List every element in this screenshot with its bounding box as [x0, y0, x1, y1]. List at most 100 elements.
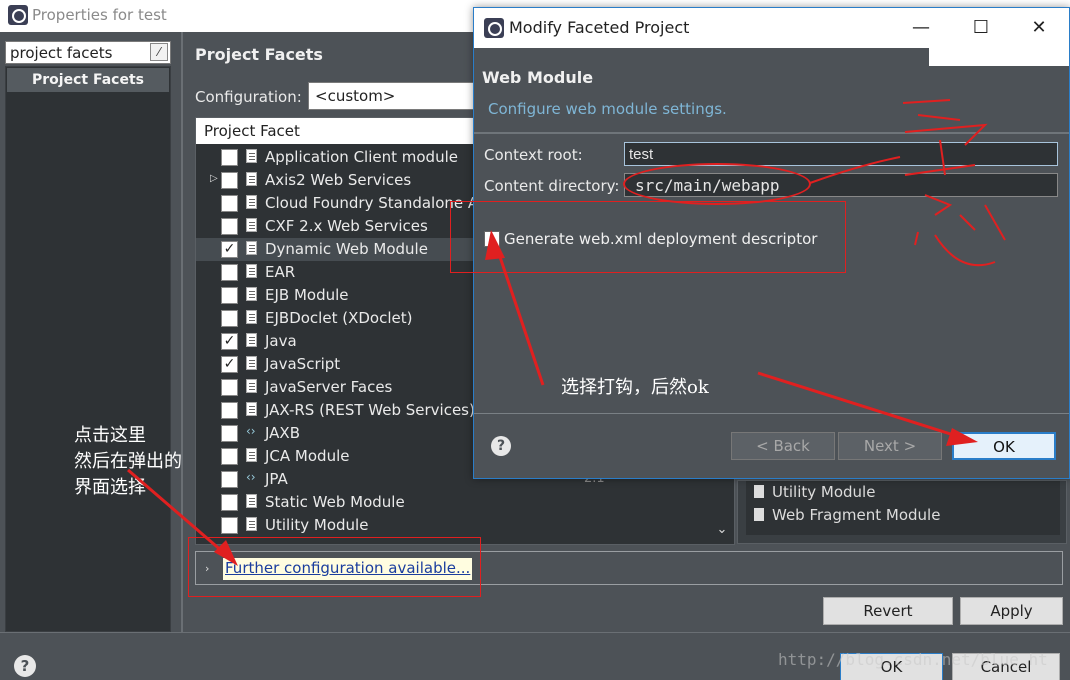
dialog-header-subtitle: Configure web module settings. [488, 100, 727, 118]
context-root-input[interactable] [624, 142, 1058, 166]
dialog-header-title: Web Module [482, 68, 594, 87]
header-banner [929, 48, 1069, 66]
page-icon [246, 310, 257, 324]
facet-checkbox[interactable]: ✓ [221, 241, 238, 258]
eclipse-icon [8, 5, 28, 25]
facet-label: Dynamic Web Module [265, 240, 428, 258]
page-icon [246, 448, 257, 462]
dialog-ok-button[interactable]: OK [952, 432, 1056, 460]
configuration-select[interactable]: <custom> [308, 82, 478, 110]
context-root-label: Context root: [484, 146, 583, 164]
page-icon [246, 264, 257, 278]
facet-checkbox[interactable] [221, 287, 238, 304]
annotation-line: 然后在弹出的 [74, 451, 182, 472]
facet-label: JavaServer Faces [265, 378, 393, 396]
facet-checkbox[interactable] [221, 448, 238, 465]
facet-checkbox[interactable] [221, 310, 238, 327]
page-icon [246, 402, 257, 416]
page-icon [754, 508, 764, 521]
dialog-title: Modify Faceted Project [509, 18, 690, 37]
list-item-label: Web Fragment Module [772, 506, 941, 524]
page-icon [246, 172, 257, 186]
facet-label: Axis2 Web Services [265, 171, 412, 189]
dialog-title-bar: Modify Faceted Project — ☐ ✕ [474, 8, 1069, 48]
expand-icon[interactable]: ▷ [210, 173, 218, 184]
facet-checkbox[interactable] [221, 172, 238, 189]
facet-checkbox[interactable]: ✓ [221, 333, 238, 350]
facet-label: Utility Module [265, 516, 369, 534]
list-item-label: Utility Module [772, 483, 876, 501]
filter-input[interactable] [5, 41, 171, 64]
facet-checkbox[interactable] [221, 195, 238, 212]
facet-label: EJBDoclet (XDoclet) [265, 309, 413, 327]
clear-filter-icon[interactable]: ⁄ [150, 43, 168, 61]
page-icon [246, 218, 257, 232]
facet-checkbox[interactable] [221, 517, 238, 534]
annotation-ellipse-content-dir [623, 163, 811, 205]
page-icon [246, 287, 257, 301]
apply-button[interactable]: Apply [960, 597, 1063, 625]
facet-checkbox[interactable] [221, 425, 238, 442]
page-title: Project Facets [195, 45, 323, 64]
horizontal-divider [0, 632, 1070, 633]
facet-checkbox[interactable] [221, 471, 238, 488]
page-icon [246, 149, 257, 163]
eclipse-icon [484, 18, 504, 38]
facet-row[interactable]: Utility Module [196, 514, 734, 537]
annotation-line: 界面选择 [74, 477, 146, 498]
facet-checkbox[interactable] [221, 264, 238, 281]
facet-checkbox[interactable]: ✓ [221, 356, 238, 373]
list-item: Web Fragment Module [754, 506, 940, 524]
back-button[interactable]: < Back [731, 432, 835, 460]
content-directory-label: Content directory: [484, 177, 620, 195]
facet-checkbox[interactable] [221, 379, 238, 396]
facet-details-panel: Utility Module Web Fragment Module [737, 480, 1067, 544]
page-icon [246, 517, 257, 531]
annotation-line: 点击这里 [74, 425, 146, 446]
nav-item-project-facets[interactable]: Project Facets [7, 68, 169, 92]
annotation-box-generate [450, 201, 846, 273]
facet-label: JCA Module [265, 447, 350, 465]
facet-label: Java [265, 332, 297, 350]
annotation-mid-note: 选择打钩，后然ok [561, 377, 709, 398]
facet-label: JAXB [265, 424, 300, 442]
facet-checkbox[interactable] [221, 402, 238, 419]
page-icon [754, 485, 764, 498]
configuration-label: Configuration: [195, 88, 302, 106]
minimize-icon[interactable]: — [906, 14, 936, 42]
header-separator [474, 132, 1069, 134]
page-icon [246, 333, 257, 347]
revert-button[interactable]: Revert [823, 597, 953, 625]
watermark: http://blog.csdn.net/blue_ht [778, 650, 1048, 669]
dialog-help-icon[interactable]: ? [491, 436, 511, 456]
jpa-icon: ‹› [246, 470, 256, 484]
page-icon [246, 379, 257, 393]
page-icon [246, 356, 257, 370]
close-icon[interactable]: ✕ [1024, 14, 1054, 42]
facet-row[interactable]: Static Web Module [196, 491, 734, 514]
facet-checkbox[interactable] [221, 494, 238, 511]
maximize-icon[interactable]: ☐ [966, 14, 996, 42]
properties-nav-tree: Project Facets [5, 66, 171, 632]
facet-checkbox[interactable] [221, 218, 238, 235]
scroll-down-icon[interactable]: ⌄ [711, 522, 733, 542]
jaxb-icon: ‹› [246, 424, 256, 438]
annotation-box-further-link [188, 537, 481, 597]
next-button[interactable]: Next > [838, 432, 942, 460]
facet-label: JavaScript [265, 355, 341, 373]
facet-label: Application Client module [265, 148, 458, 166]
facet-label: Static Web Module [265, 493, 405, 511]
help-icon[interactable]: ? [14, 655, 36, 677]
facet-checkbox[interactable] [221, 149, 238, 166]
related-facets-list: Utility Module Web Fragment Module [746, 481, 1060, 535]
page-icon [246, 195, 257, 209]
annotation-left-note: 点击这里 然后在弹出的 界面选择 [74, 423, 182, 501]
vertical-divider[interactable] [181, 32, 183, 632]
page-icon [246, 494, 257, 508]
list-item: Utility Module [754, 483, 875, 501]
footer-separator [474, 413, 1069, 414]
facet-label: JPA [265, 470, 288, 488]
facet-label: Cloud Foundry Standalone A [265, 194, 479, 212]
facet-label: CXF 2.x Web Services [265, 217, 428, 235]
facet-label: JAX-RS (REST Web Services) [265, 401, 475, 419]
